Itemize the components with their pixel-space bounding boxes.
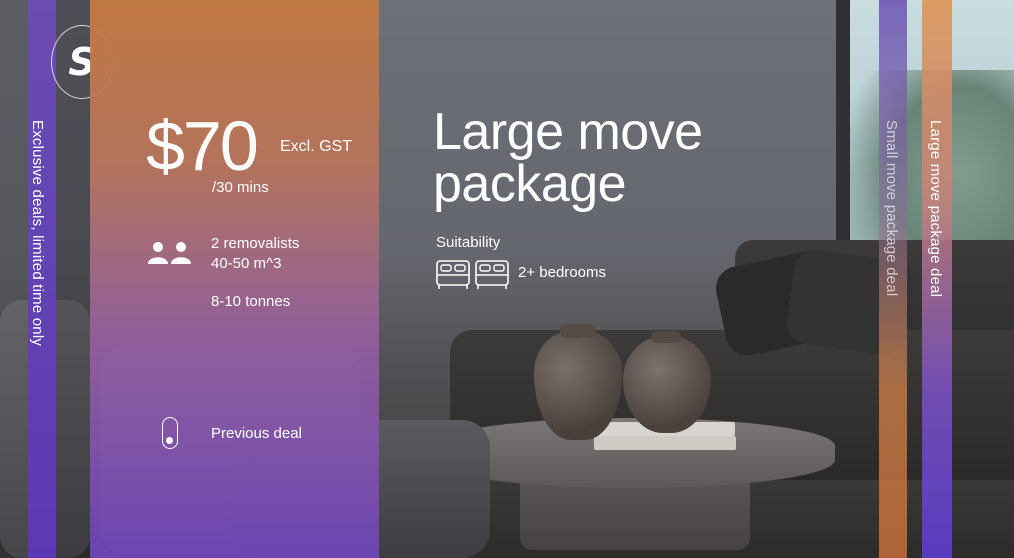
bed-icon (436, 260, 470, 289)
removalists-count: 2 removalists (211, 235, 300, 252)
tab-small-move-label[interactable]: Small move package deal (883, 120, 900, 296)
toggle-icon[interactable] (162, 417, 178, 449)
promo-vertical-text: Exclusive deals, limited time only (29, 120, 46, 347)
suitability-label: Suitability (436, 234, 501, 251)
previous-deal-button[interactable]: Previous deal (211, 425, 302, 442)
weight: 8-10 tonnes (211, 293, 291, 310)
left-edge-strip (0, 0, 28, 558)
tab-large-move-label[interactable]: Large move package deal (927, 120, 944, 297)
deal-card: Exclusive deals, limited time only S $70… (0, 0, 1014, 558)
bed-icon (475, 260, 509, 289)
price-note: Excl. GST (280, 138, 353, 155)
bedrooms: 2+ bedrooms (518, 264, 606, 281)
price-panel (90, 0, 379, 558)
package-title: Large move package (433, 103, 703, 213)
vase (623, 331, 711, 433)
people-icon (148, 242, 191, 264)
volume: 40-50 m^3 (211, 255, 282, 272)
price: $70 (146, 107, 259, 185)
book (594, 436, 736, 450)
toggle-knob (166, 437, 173, 444)
price-unit: /30 mins (212, 179, 269, 196)
vase (534, 324, 622, 440)
